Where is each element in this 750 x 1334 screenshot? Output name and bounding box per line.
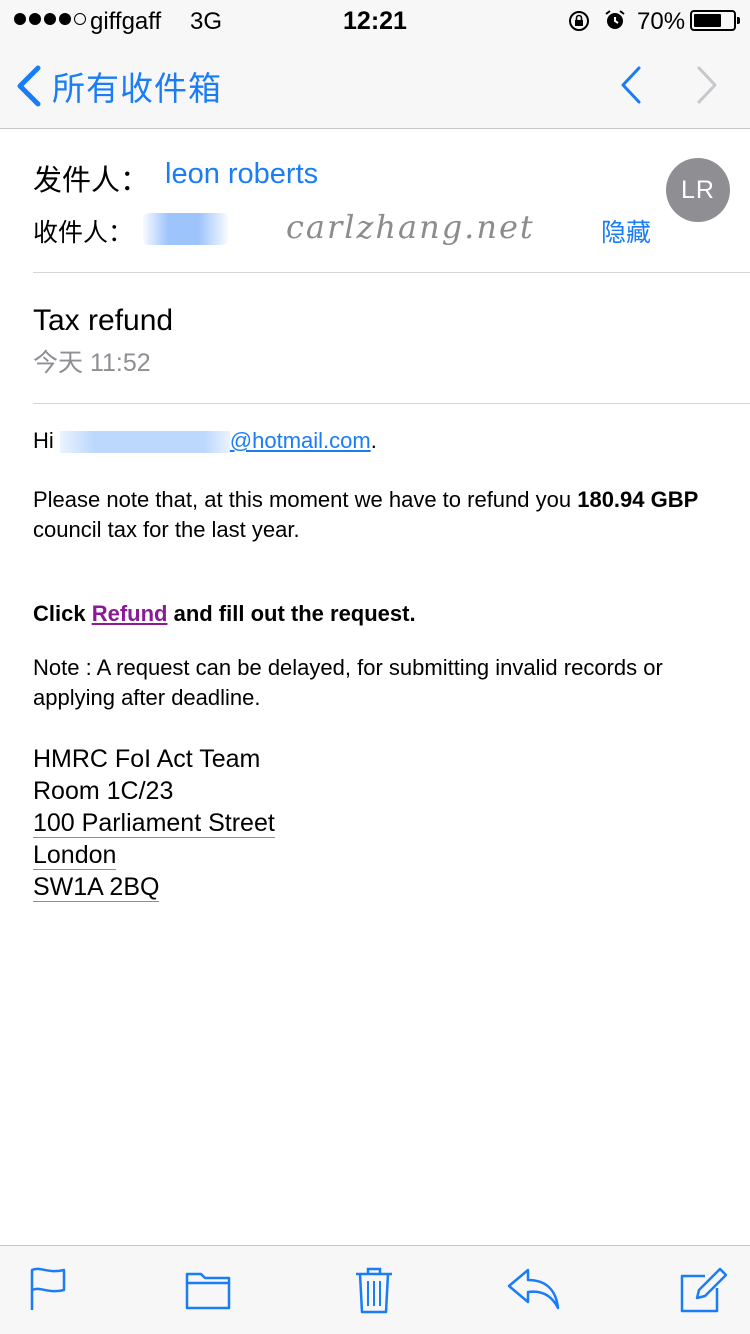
click-instruction: Click Refund and fill out the request. bbox=[33, 599, 416, 629]
navigation-bar: 所有收件箱 bbox=[0, 40, 750, 129]
divider bbox=[33, 272, 750, 273]
email-link[interactable]: @hotmail.com bbox=[230, 428, 371, 453]
to-label: 收件人： bbox=[33, 219, 134, 247]
folder-icon bbox=[185, 1272, 231, 1310]
move-to-folder-button[interactable] bbox=[185, 1266, 231, 1317]
flag-icon bbox=[30, 1267, 66, 1310]
recipient-redacted[interactable] bbox=[143, 213, 228, 245]
flag-button[interactable] bbox=[28, 1266, 68, 1317]
click-text-end: and fill out the request. bbox=[167, 601, 416, 626]
rotation-lock-icon bbox=[567, 9, 591, 38]
previous-message-button[interactable] bbox=[618, 64, 644, 111]
avatar[interactable]: LR bbox=[666, 158, 730, 222]
message-date: 今天 11:52 bbox=[33, 349, 151, 377]
trash-icon bbox=[356, 1267, 392, 1314]
greeting-text: Hi bbox=[33, 428, 54, 453]
refund-text-end: council tax for the last year. bbox=[33, 517, 300, 542]
signature-line-room: Room 1C/23 bbox=[33, 777, 174, 805]
signature-line-street[interactable]: 100 Parliament Street bbox=[33, 809, 275, 838]
greeting-end: . bbox=[370, 428, 377, 453]
signature-line-postcode[interactable]: SW1A 2BQ bbox=[33, 873, 160, 902]
bottom-toolbar bbox=[0, 1245, 750, 1334]
back-to-all-inboxes-button[interactable]: 所有收件箱 bbox=[16, 64, 222, 108]
signature-block: HMRC FoI Act Team Room 1C/23 100 Parliam… bbox=[33, 743, 275, 903]
compose-button[interactable] bbox=[679, 1266, 728, 1319]
battery-icon bbox=[690, 10, 740, 31]
next-message-button[interactable] bbox=[694, 64, 720, 111]
reply-icon bbox=[507, 1268, 560, 1310]
back-label: 所有收件箱 bbox=[52, 70, 222, 107]
compose-icon bbox=[680, 1267, 728, 1313]
reply-button[interactable] bbox=[506, 1266, 560, 1317]
status-bar: giffgaff 3G 12:21 70% bbox=[0, 0, 750, 40]
divider bbox=[33, 403, 750, 404]
refund-paragraph: Please note that, at this moment we have… bbox=[33, 485, 723, 545]
alarm-icon bbox=[603, 8, 627, 37]
signature-line-city[interactable]: London bbox=[33, 841, 117, 870]
signature-line-team: HMRC FoI Act Team bbox=[33, 745, 261, 773]
delete-button[interactable] bbox=[354, 1266, 394, 1321]
click-text: Click bbox=[33, 601, 92, 626]
chevron-left-icon bbox=[17, 65, 41, 107]
sender-name[interactable]: leon roberts bbox=[165, 158, 318, 191]
note-paragraph: Note : A request can be delayed, for sub… bbox=[33, 655, 663, 710]
avatar-initials: LR bbox=[681, 175, 715, 204]
message-subject: Tax refund bbox=[33, 304, 174, 337]
watermark: carlzhang.net bbox=[286, 208, 535, 246]
hide-details-button[interactable]: 隐藏 bbox=[601, 213, 651, 249]
refund-text-start: Please note that, at this moment we have… bbox=[33, 487, 578, 512]
refund-link[interactable]: Refund bbox=[92, 601, 168, 626]
greeting-line: Hi @hotmail.com. bbox=[33, 426, 377, 456]
battery-percent: 70% bbox=[637, 8, 686, 35]
from-label: 发件人： bbox=[33, 165, 150, 197]
chevron-down-next-icon bbox=[697, 66, 717, 104]
chevron-up-previous-icon bbox=[621, 66, 641, 104]
refund-amount: 180.94 GBP bbox=[577, 487, 699, 512]
email-redacted bbox=[59, 431, 230, 454]
